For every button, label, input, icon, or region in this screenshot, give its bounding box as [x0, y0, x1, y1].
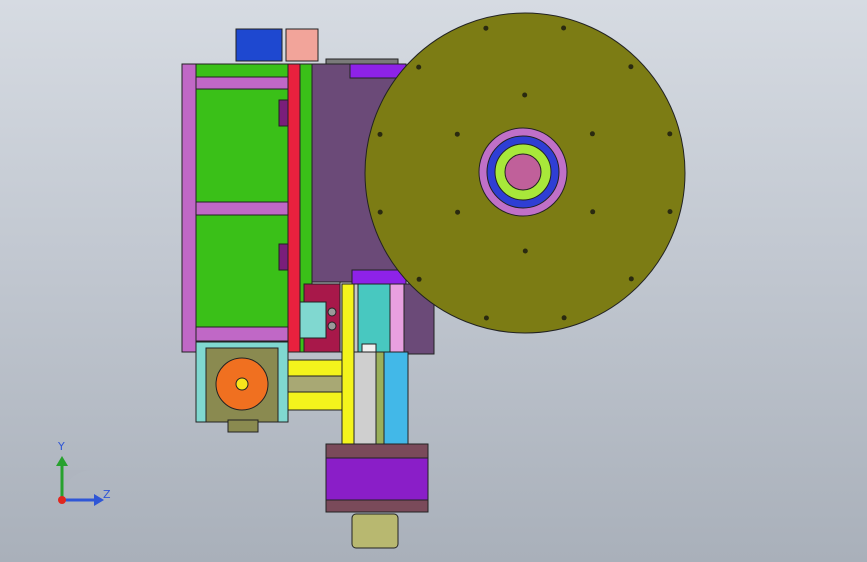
cad-viewport[interactable]: Y Z [0, 0, 867, 562]
slider-bolt [327, 321, 337, 331]
disc-hole [628, 276, 634, 282]
motor-rotor-center [235, 377, 249, 391]
violet-bracket-bottom [351, 269, 407, 285]
coordinate-triad [56, 456, 104, 506]
slider-block-insert [299, 301, 327, 339]
disc-hole [454, 131, 460, 137]
disc-hole [628, 64, 634, 70]
rack-gear [375, 351, 385, 445]
disc-hole [416, 276, 422, 282]
disc-hole [483, 25, 489, 31]
disc-hole [561, 25, 567, 31]
frame-left-bar [181, 63, 197, 353]
rail-yellow-strip [341, 283, 355, 445]
disc-hole [667, 209, 673, 215]
disc-hole [561, 315, 567, 321]
blue-block [235, 28, 283, 62]
z-axis-label: Z [103, 488, 111, 501]
disc-hole [590, 209, 596, 215]
motor-base-tab [227, 419, 259, 433]
disc-hole [522, 248, 528, 254]
y-axis-arrowhead [56, 456, 68, 466]
slider-bolt [327, 307, 337, 317]
yellow-link-middle [285, 375, 343, 393]
disc-hole [589, 131, 595, 137]
hub-center [504, 153, 542, 191]
frame-mid-rail [195, 201, 289, 216]
pink-block [285, 28, 319, 62]
yellow-link-lower [285, 391, 343, 411]
timing-pulley [351, 513, 399, 549]
rail-grey-strip [353, 351, 377, 445]
panel-clip-upper [278, 99, 289, 127]
yellow-link-upper [285, 359, 343, 377]
disc-hole [377, 131, 383, 137]
rail-cyan-block [357, 283, 391, 353]
frame-top-rail [195, 76, 289, 90]
panel-clip-lower [278, 243, 289, 271]
frame-bottom-rail [195, 326, 289, 342]
cad-model[interactable] [0, 0, 867, 562]
disc-hole [416, 64, 422, 70]
y-axis-label: Y [58, 440, 65, 453]
disc-hole [377, 209, 383, 215]
disc-hole [455, 209, 461, 215]
lower-motor-cap [325, 443, 429, 459]
disc-hole [522, 92, 528, 98]
disc-hole [483, 315, 489, 321]
disc-hole [667, 131, 673, 137]
lower-motor-base [325, 499, 429, 513]
x-axis-dot [58, 496, 66, 504]
rail-label-tag [361, 343, 377, 353]
red-plate [287, 63, 301, 353]
rail-pink-plate [389, 283, 405, 355]
lower-motor-body [325, 457, 429, 501]
rail-blue-strip [383, 351, 409, 445]
